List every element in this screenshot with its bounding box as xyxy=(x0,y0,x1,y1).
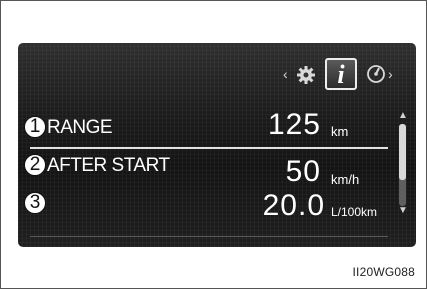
fuel-consumption-unit: L/100km xyxy=(331,205,378,219)
scrollbar-thumb[interactable] xyxy=(399,124,406,180)
range-unit: km xyxy=(331,124,349,139)
divider xyxy=(30,147,388,149)
display-nav-bar: ‹ i › xyxy=(0,54,427,94)
chevron-right-icon[interactable]: › xyxy=(388,67,393,81)
chevron-left-icon[interactable]: ‹ xyxy=(283,67,288,81)
range-value: 125 xyxy=(267,108,321,141)
gear-icon[interactable] xyxy=(296,65,316,85)
scroll-up-icon[interactable]: ▲ xyxy=(398,111,408,121)
scrollbar[interactable] xyxy=(399,124,406,206)
callout-2: 2 xyxy=(24,154,46,176)
callout-1: 1 xyxy=(24,116,46,138)
range-label: RANGE xyxy=(47,117,113,138)
info-icon: i xyxy=(337,60,345,89)
figure-code: II20WG088 xyxy=(352,265,415,279)
fuel-consumption-value: 20.0 xyxy=(262,189,325,222)
average-speed-unit: km/h xyxy=(331,172,360,187)
bottom-rule xyxy=(30,236,388,237)
gauge-icon[interactable] xyxy=(366,64,386,84)
info-tab[interactable]: i xyxy=(325,58,357,90)
after-start-label: AFTER START xyxy=(47,155,170,176)
average-speed-value: 50 xyxy=(285,155,321,188)
scroll-down-icon[interactable]: ▼ xyxy=(398,206,408,216)
callout-3: 3 xyxy=(24,192,46,214)
